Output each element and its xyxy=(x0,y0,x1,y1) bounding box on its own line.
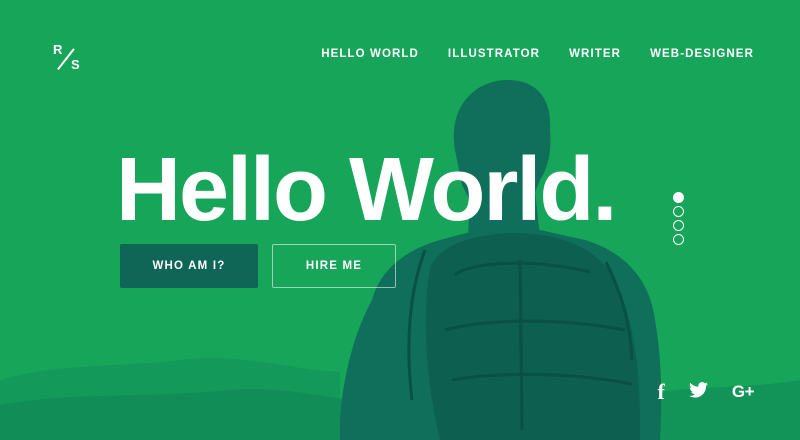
slider-pagination xyxy=(673,192,684,245)
slider-dot-4[interactable] xyxy=(673,234,684,245)
logo-letter-s: S xyxy=(71,57,80,72)
facebook-icon[interactable]: f xyxy=(658,380,665,404)
social-links: f G+ xyxy=(658,380,755,404)
site-logo[interactable]: R S xyxy=(50,42,84,72)
nav-item-web-designer[interactable]: WEB-DESIGNER xyxy=(650,48,754,60)
slider-dot-2[interactable] xyxy=(673,206,684,217)
main-nav: HELLO WORLD ILLUSTRATOR WRITER WEB-DESIG… xyxy=(321,48,754,60)
nav-item-writer[interactable]: WRITER xyxy=(569,48,621,60)
twitter-bird-glyph xyxy=(688,381,708,398)
who-am-i-button[interactable]: WHO AM I? xyxy=(120,244,258,288)
slider-dot-1[interactable] xyxy=(673,192,684,203)
hire-me-button[interactable]: HIRE ME xyxy=(272,244,396,288)
nav-item-hello-world[interactable]: HELLO WORLD xyxy=(321,48,419,60)
twitter-icon[interactable] xyxy=(688,381,708,403)
google-plus-icon[interactable]: G+ xyxy=(732,380,755,404)
slider-dot-3[interactable] xyxy=(673,220,684,231)
logo-letter-r: R xyxy=(53,42,63,57)
hero-title: Hello World. xyxy=(116,140,617,240)
nav-item-illustrator[interactable]: ILLUSTRATOR xyxy=(448,48,540,60)
